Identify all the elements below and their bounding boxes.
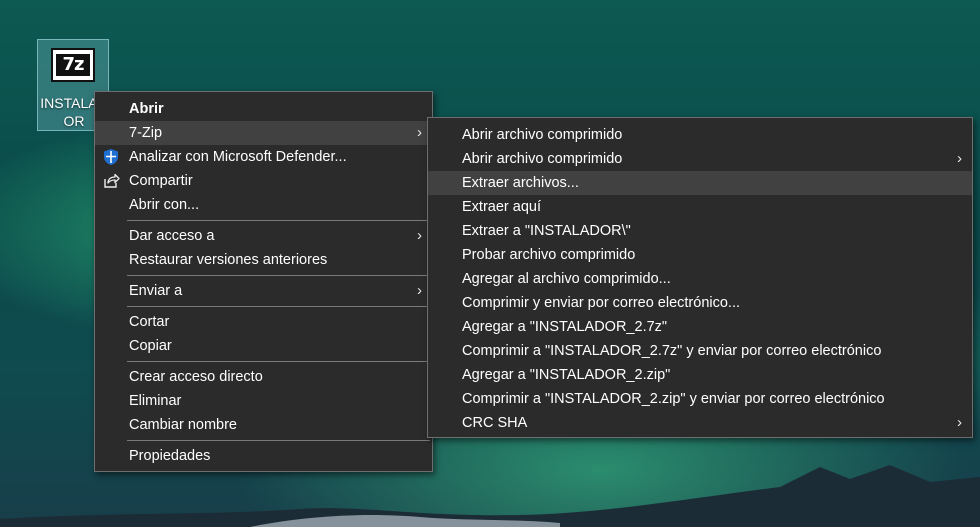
menu-separator (127, 275, 430, 276)
menu-item-label: Abrir archivo comprimido (462, 151, 623, 167)
menu-item-label: Extraer aquí (462, 199, 541, 215)
menu-item-compartir[interactable]: Compartir (95, 169, 432, 193)
menu-item-crear-acceso-directo[interactable]: Crear acceso directo (95, 365, 432, 389)
menu-item-label: Abrir archivo comprimido (462, 127, 623, 143)
chevron-right-icon: › (957, 150, 962, 167)
menu-separator (127, 440, 430, 441)
submenu-item-extraer-a-instalador[interactable]: Extraer a "INSTALADOR\" (428, 219, 972, 243)
context-menu: Abrir 7-Zip › Analizar con Microsoft Defend… (94, 91, 433, 472)
defender-shield-icon (102, 148, 120, 166)
submenu-item-crc-sha[interactable]: CRC SHA › (428, 411, 972, 435)
submenu-item-agregar-a-instalador-2-7z[interactable]: Agregar a "INSTALADOR_2.7z" (428, 315, 972, 339)
menu-separator (127, 361, 430, 362)
chevron-right-icon: › (417, 124, 422, 141)
menu-item-eliminar[interactable]: Eliminar (95, 389, 432, 413)
share-icon (102, 172, 120, 190)
menu-item-label: Analizar con Microsoft Defender... (129, 149, 347, 165)
menu-item-label: Agregar a "INSTALADOR_2.7z" (462, 319, 668, 335)
submenu-item-comprimir-a-instalador-2-7z-y-enviar-por-correo-electronico[interactable]: Comprimir a "INSTALADOR_2.7z" y enviar p… (428, 339, 972, 363)
chevron-right-icon: › (417, 227, 422, 244)
menu-item-label: Enviar a (129, 283, 183, 299)
menu-item-label: Extraer a "INSTALADOR\" (462, 223, 631, 239)
7zip-archive-icon: 7z (51, 48, 95, 82)
menu-item-label: Comprimir a "INSTALADOR_2.7z" y enviar p… (462, 343, 882, 359)
submenu-item-probar-archivo-comprimido[interactable]: Probar archivo comprimido (428, 243, 972, 267)
menu-item-abrir[interactable]: Abrir (95, 97, 432, 121)
menu-item-label: Cambiar nombre (129, 417, 237, 433)
menu-item-7-zip[interactable]: 7-Zip › (95, 121, 432, 145)
menu-item-abrir-con[interactable]: Abrir con... (95, 193, 432, 217)
menu-item-copiar[interactable]: Copiar (95, 334, 432, 358)
7zip-glyph-text: 7z (56, 54, 90, 76)
menu-separator (127, 306, 430, 307)
menu-item-propiedades[interactable]: Propiedades (95, 444, 432, 468)
menu-item-label: Comprimir a "INSTALADOR_2.zip" y enviar … (462, 391, 885, 407)
menu-item-label: 7-Zip (129, 125, 163, 141)
menu-item-label: Agregar al archivo comprimido... (462, 271, 671, 287)
7zip-submenu: Abrir archivo comprimido Abrir archivo co… (427, 117, 973, 438)
submenu-item-agregar-a-instalador-2-zip[interactable]: Agregar a "INSTALADOR_2.zip" (428, 363, 972, 387)
menu-item-label: Extraer archivos... (462, 175, 579, 191)
menu-item-label: Probar archivo comprimido (462, 247, 636, 263)
menu-item-enviar-a[interactable]: Enviar a › (95, 279, 432, 303)
submenu-item-extraer-aqui[interactable]: Extraer aquí (428, 195, 972, 219)
submenu-item-comprimir-y-enviar-por-correo-electronico[interactable]: Comprimir y enviar por correo electrónic… (428, 291, 972, 315)
menu-item-label: Crear acceso directo (129, 369, 263, 385)
menu-item-label: Eliminar (129, 393, 182, 409)
submenu-item-abrir-archivo-comprimido[interactable]: Abrir archivo comprimido (428, 123, 972, 147)
menu-item-cortar[interactable]: Cortar (95, 310, 432, 334)
menu-item-cambiar-nombre[interactable]: Cambiar nombre (95, 413, 432, 437)
menu-item-label: Propiedades (129, 448, 211, 464)
menu-item-label: Abrir con... (129, 197, 200, 213)
menu-item-label: Copiar (129, 338, 172, 354)
submenu-item-extraer-archivos[interactable]: Extraer archivos... (428, 171, 972, 195)
menu-item-label: Restaurar versiones anteriores (129, 252, 328, 268)
chevron-right-icon: › (957, 414, 962, 431)
menu-item-label: Abrir (129, 101, 164, 117)
menu-item-restaurar-versiones-anteriores[interactable]: Restaurar versiones anteriores (95, 248, 432, 272)
submenu-item-comprimir-a-instalador-2-zip-y-enviar-por-correo-electronico[interactable]: Comprimir a "INSTALADOR_2.zip" y enviar … (428, 387, 972, 411)
menu-item-analizar-con-microsoft-defender[interactable]: Analizar con Microsoft Defender... (95, 145, 432, 169)
menu-item-label: Agregar a "INSTALADOR_2.zip" (462, 367, 671, 383)
chevron-right-icon: › (417, 282, 422, 299)
submenu-item-agregar-al-archivo-comprimido[interactable]: Agregar al archivo comprimido... (428, 267, 972, 291)
menu-item-label: Cortar (129, 314, 170, 330)
menu-separator (127, 220, 430, 221)
submenu-item-abrir-archivo-comprimido[interactable]: Abrir archivo comprimido › (428, 147, 972, 171)
menu-item-label: Comprimir y enviar por correo electrónic… (462, 295, 741, 311)
menu-item-label: CRC SHA (462, 415, 528, 431)
menu-item-dar-acceso-a[interactable]: Dar acceso a › (95, 224, 432, 248)
menu-item-label: Dar acceso a (129, 228, 215, 244)
menu-item-label: Compartir (129, 173, 193, 189)
